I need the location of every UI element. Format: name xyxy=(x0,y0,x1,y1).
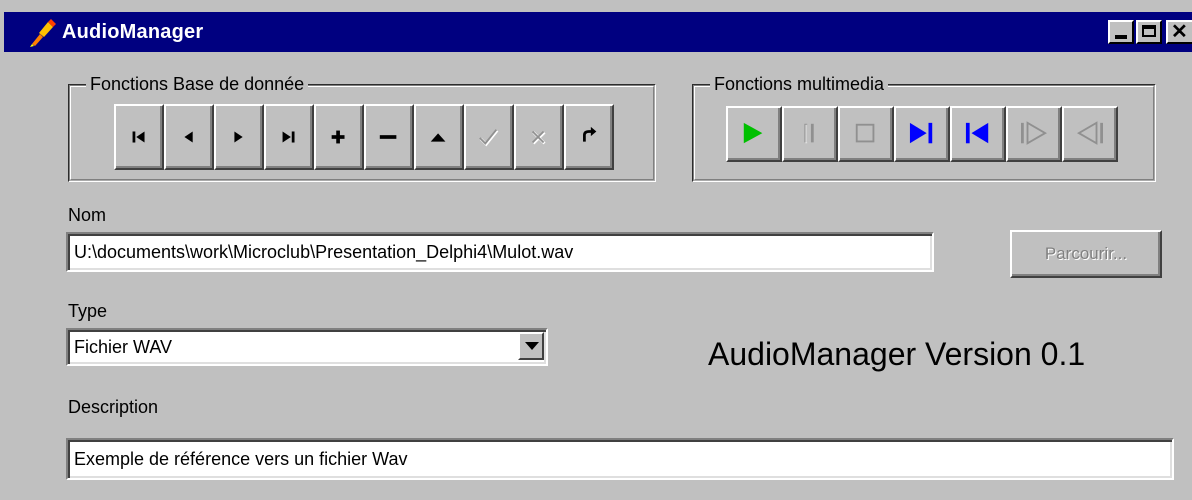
multimedia-legend: Fonctions multimedia xyxy=(710,72,889,96)
next-track-icon xyxy=(909,122,933,144)
close-button[interactable]: ✕ xyxy=(1166,20,1192,44)
type-selected-value: Fichier WAV xyxy=(74,337,173,357)
step-back-button[interactable] xyxy=(1062,106,1118,162)
edit-record-button[interactable] xyxy=(414,104,464,170)
close-icon: ✕ xyxy=(1171,21,1188,43)
post-record-icon xyxy=(479,129,499,147)
type-select[interactable]: Fichier WAV xyxy=(66,328,548,366)
pause-button[interactable] xyxy=(782,106,838,162)
nom-label: Nom xyxy=(68,205,107,225)
play-button[interactable] xyxy=(726,106,782,162)
first-record-icon xyxy=(132,131,145,143)
insert-record-button[interactable] xyxy=(314,104,364,170)
edit-record-icon xyxy=(430,133,446,142)
step-back-icon xyxy=(1077,121,1103,145)
previous-track-icon xyxy=(965,122,989,144)
prior-record-icon xyxy=(184,131,193,143)
audiomanager-window: AudioManager ✕ Fonctions Base de donnée xyxy=(0,0,1192,500)
dropdown-button[interactable] xyxy=(518,332,544,360)
db-functions-legend: Fonctions Base de donnée xyxy=(86,72,309,96)
nom-field[interactable]: U:\documents\work\Microclub\Presentation… xyxy=(66,232,934,272)
maximize-icon xyxy=(1142,25,1156,37)
last-record-button[interactable] xyxy=(264,104,314,170)
multimedia-group: Fonctions multimedia xyxy=(692,72,1156,182)
cancel-record-icon xyxy=(531,130,546,145)
next-track-button[interactable] xyxy=(894,106,950,162)
delete-record-button[interactable] xyxy=(364,104,414,170)
previous-track-button[interactable] xyxy=(950,106,1006,162)
version-label: AudioManager Version 0.1 xyxy=(708,336,1086,372)
db-navigator xyxy=(114,104,616,170)
media-player xyxy=(726,106,1118,162)
title-bar[interactable]: AudioManager ✕ xyxy=(4,12,1192,52)
minimize-button[interactable] xyxy=(1108,20,1134,44)
browse-button[interactable]: Parcourir... xyxy=(1010,230,1162,278)
db-functions-group: Fonctions Base de donnée xyxy=(68,72,656,182)
type-label: Type xyxy=(68,301,108,321)
refresh-icon xyxy=(583,126,597,142)
post-record-button[interactable] xyxy=(464,104,514,170)
step-forward-button[interactable] xyxy=(1006,106,1062,162)
refresh-button[interactable] xyxy=(564,104,614,170)
cancel-record-button[interactable] xyxy=(514,104,564,170)
next-record-button[interactable] xyxy=(214,104,264,170)
description-field[interactable]: Exemple de référence vers un fichier Wav xyxy=(66,438,1174,480)
app-icon xyxy=(30,19,56,47)
prior-record-button[interactable] xyxy=(164,104,214,170)
step-forward-icon xyxy=(1021,121,1047,145)
delete-record-icon xyxy=(379,135,397,139)
first-record-button[interactable] xyxy=(114,104,164,170)
description-label: Description xyxy=(68,397,159,417)
maximize-button[interactable] xyxy=(1136,20,1162,44)
minimize-icon xyxy=(1115,35,1127,39)
window-title: AudioManager xyxy=(62,21,204,43)
stop-button[interactable] xyxy=(838,106,894,162)
next-record-icon xyxy=(234,131,243,143)
last-record-icon xyxy=(282,131,295,143)
stop-icon xyxy=(855,123,875,143)
pause-icon xyxy=(804,123,814,144)
insert-record-icon xyxy=(331,130,345,144)
play-icon xyxy=(743,122,763,144)
